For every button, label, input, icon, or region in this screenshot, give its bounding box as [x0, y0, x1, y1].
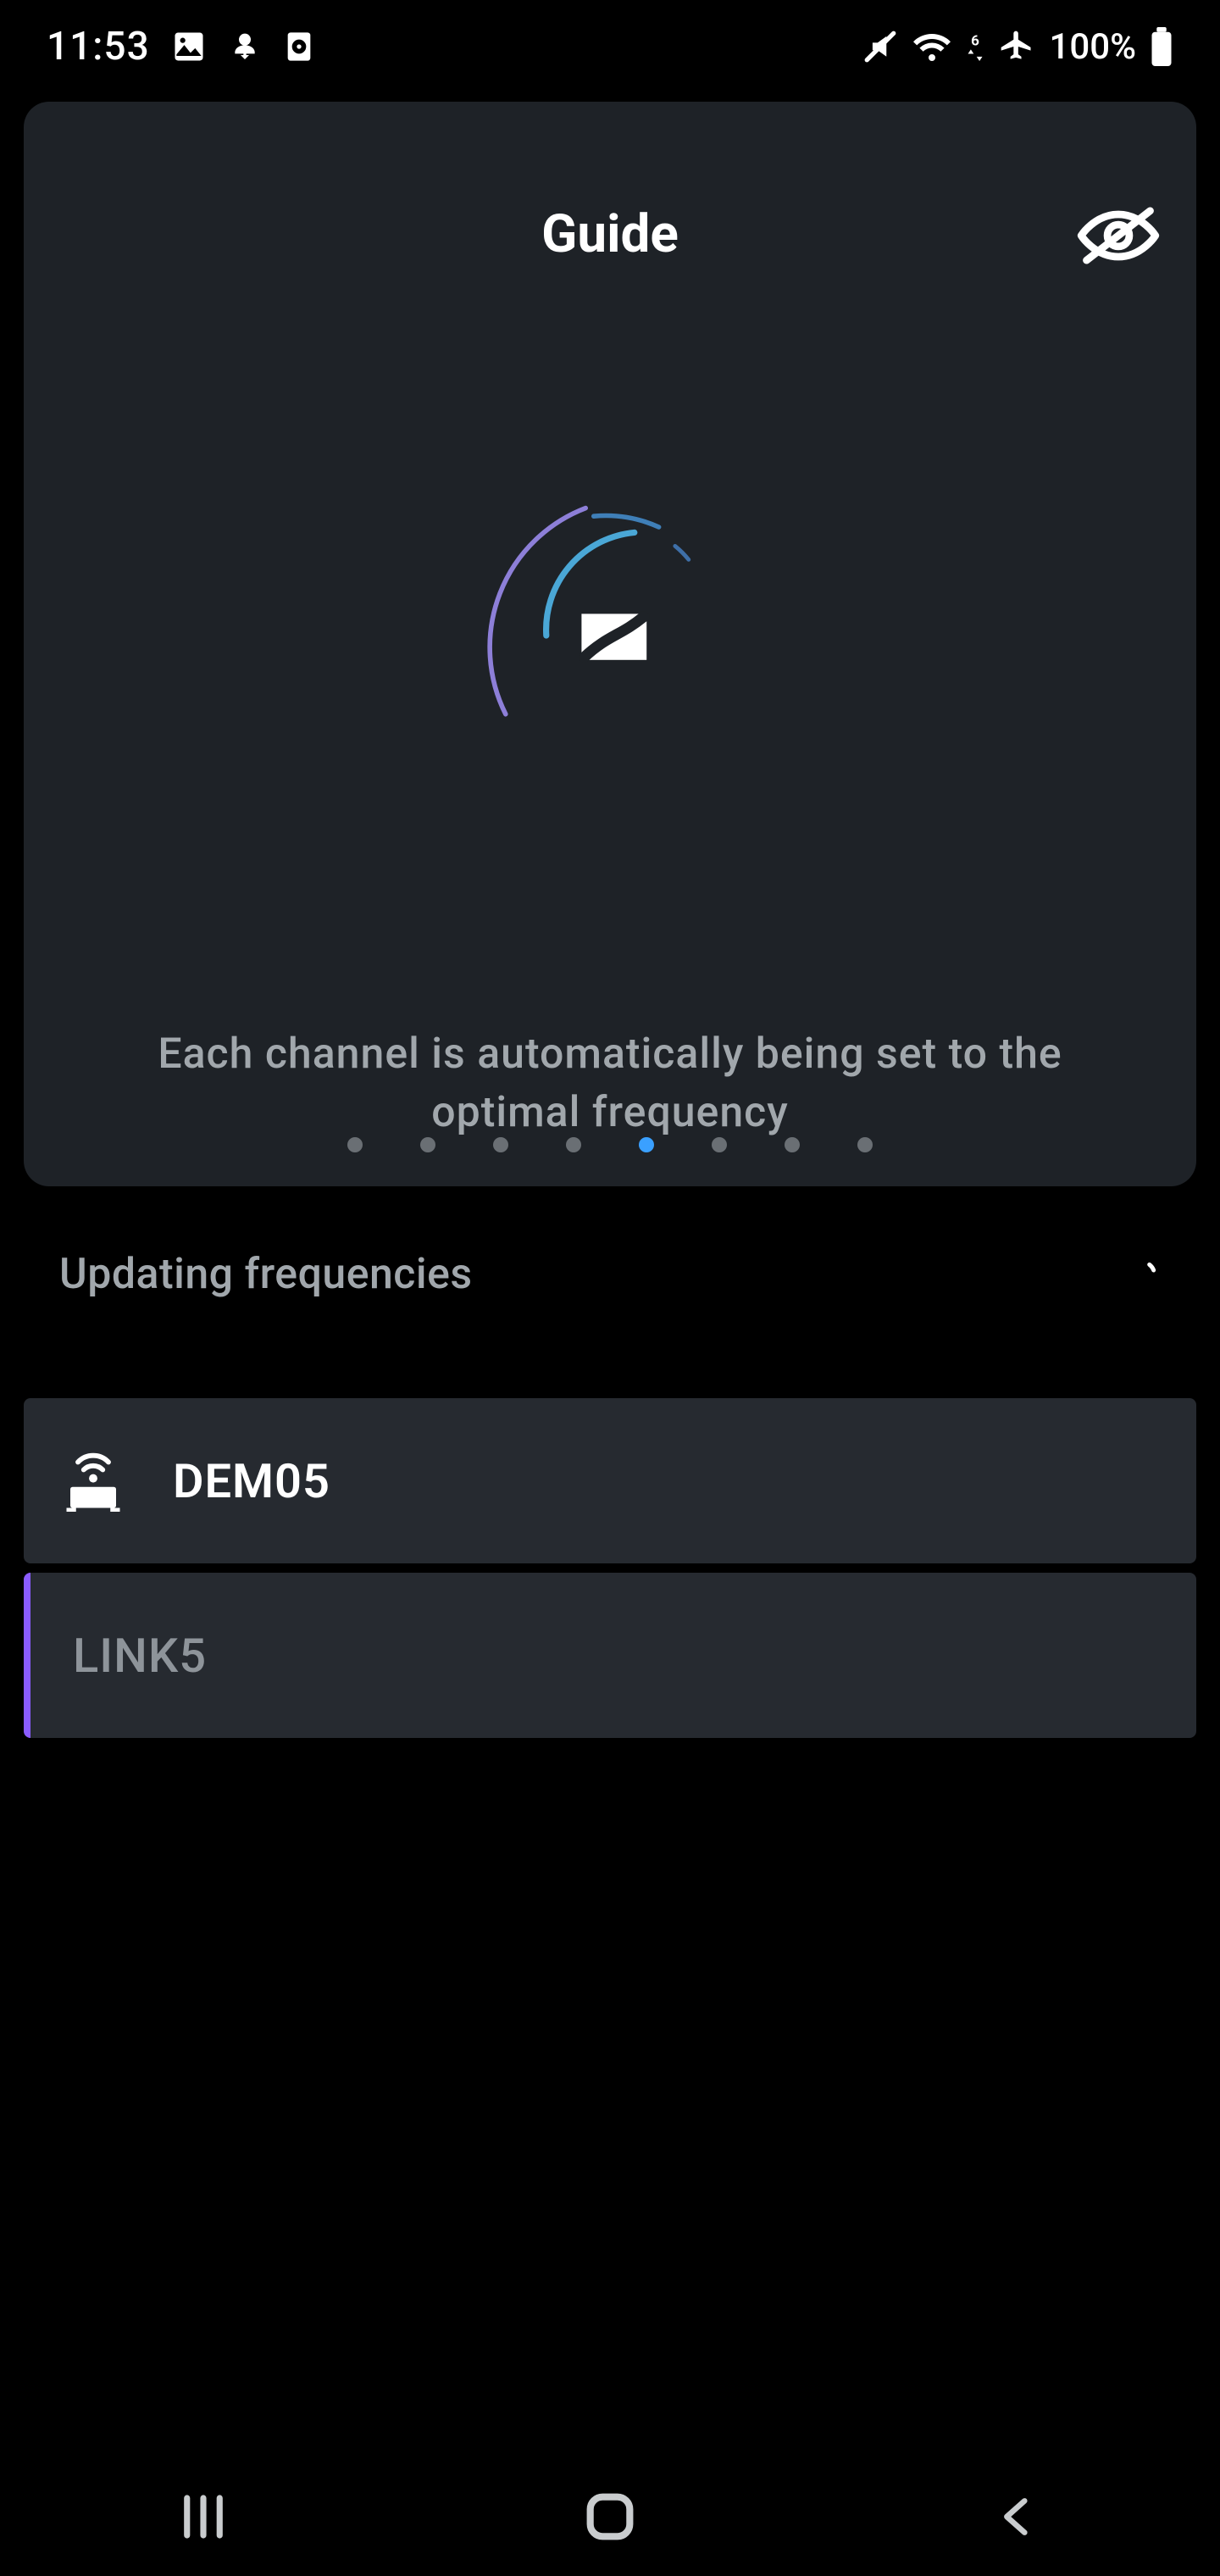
page-dot[interactable]: [857, 1137, 873, 1152]
eye-off-icon: [1076, 206, 1161, 265]
guide-description: Each channel is automatically being set …: [92, 1025, 1128, 1142]
nav-home-button[interactable]: [559, 2466, 661, 2568]
status-row: Updating frequencies: [59, 1250, 1161, 1299]
status-right: 6 100%: [862, 26, 1173, 68]
nav-recents-button[interactable]: [152, 2466, 254, 2568]
airplane-icon: [998, 28, 1035, 65]
page-dot[interactable]: [493, 1137, 508, 1152]
scan-animation: [24, 432, 1196, 839]
guide-card: Guide Each channel is automatically bein…: [24, 102, 1196, 1186]
device-row-link[interactable]: LINK5: [24, 1573, 1196, 1738]
page-dot[interactable]: [420, 1137, 435, 1152]
guide-page-dots: [24, 1137, 1196, 1152]
nav-back-button[interactable]: [966, 2466, 1068, 2568]
receiver-icon: [63, 1451, 124, 1512]
wifi-badge-icon: 6: [966, 32, 984, 61]
device-row-demo[interactable]: DEM05: [24, 1398, 1196, 1563]
page-dot[interactable]: [566, 1137, 581, 1152]
android-nav-bar: [0, 2457, 1220, 2576]
loading-icon: [1127, 1257, 1161, 1291]
back-icon: [993, 2491, 1040, 2542]
home-icon: [580, 2487, 640, 2546]
battery-percentage: 100%: [1049, 26, 1136, 68]
hide-guide-button[interactable]: [1076, 193, 1161, 278]
wifi-icon: [912, 30, 952, 64]
page-dot[interactable]: [712, 1137, 727, 1152]
recents-icon: [175, 2489, 231, 2545]
battery-icon: [1150, 27, 1173, 66]
download-icon: [228, 28, 262, 65]
android-status-bar: 11:53 6 100%: [0, 0, 1220, 93]
file-icon: [282, 28, 316, 65]
device-label: DEM05: [173, 1453, 330, 1509]
mute-icon: [862, 29, 898, 64]
status-left: 11:53: [47, 24, 316, 69]
page-dot[interactable]: [785, 1137, 800, 1152]
svg-text:6: 6: [972, 32, 980, 49]
gallery-icon: [170, 28, 208, 65]
status-time: 11:53: [47, 24, 150, 69]
device-label: LINK5: [73, 1628, 207, 1684]
status-text: Updating frequencies: [59, 1250, 473, 1299]
page-dot[interactable]: [639, 1137, 654, 1152]
page-dot[interactable]: [347, 1137, 363, 1152]
guide-title: Guide: [24, 203, 1196, 265]
